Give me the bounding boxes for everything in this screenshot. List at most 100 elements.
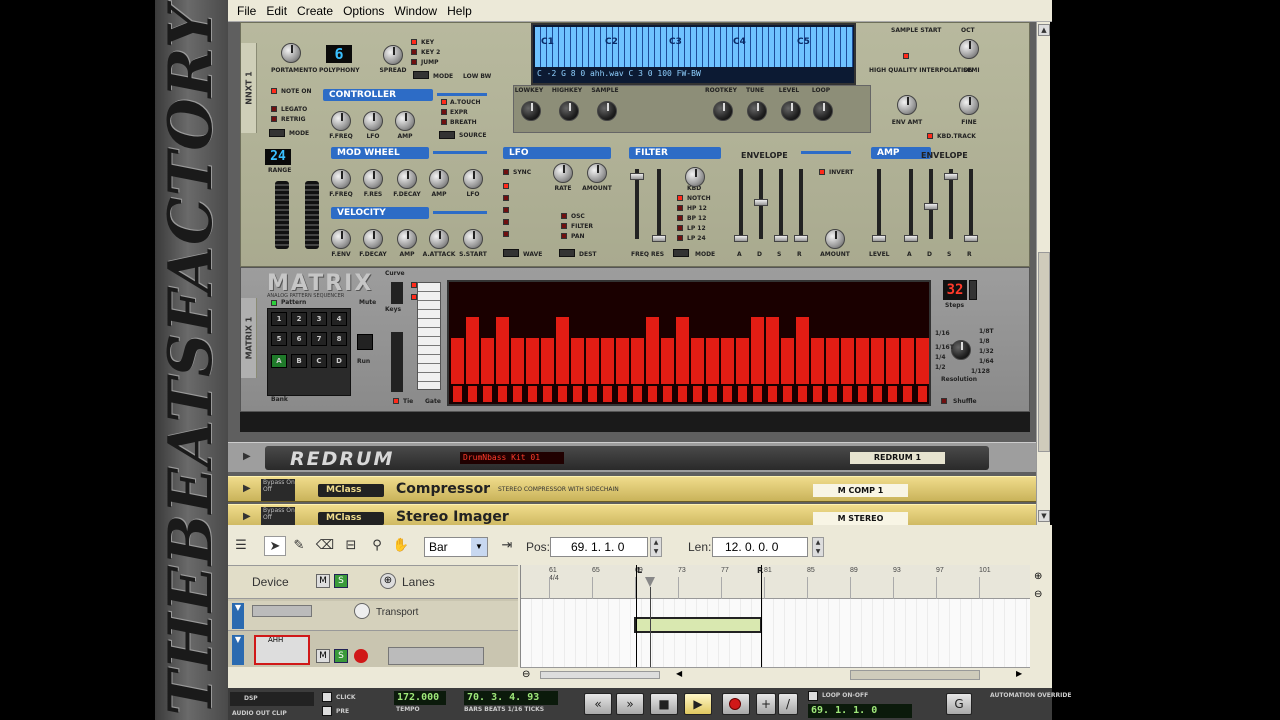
matrix-step-column[interactable] — [526, 338, 539, 384]
loop-knob[interactable] — [813, 101, 833, 121]
legato-mode-button[interactable] — [269, 129, 285, 137]
zoom-slider[interactable] — [540, 671, 660, 679]
matrix-step-column[interactable] — [706, 338, 719, 384]
loop-position-display[interactable]: 69. 1. 1. 0 — [808, 704, 912, 718]
matrix-step-column[interactable] — [691, 338, 704, 384]
run-button[interactable] — [357, 334, 373, 350]
controller-amp-knob[interactable] — [395, 111, 415, 131]
lfo-osc-led[interactable] — [561, 213, 567, 219]
mw-ffreq-knob[interactable] — [331, 169, 351, 189]
matrix-step-column[interactable] — [856, 338, 869, 384]
loop-checkbox[interactable] — [808, 691, 818, 701]
track-record-button[interactable] — [354, 649, 368, 663]
kbd-track-led[interactable] — [927, 133, 933, 139]
pattern-pad-3[interactable]: 3 — [311, 312, 327, 326]
menu-create[interactable]: Create — [292, 4, 338, 18]
matrix-gate-step[interactable] — [858, 386, 867, 402]
matrix-gate-step[interactable] — [843, 386, 852, 402]
controller-ffreq-knob[interactable] — [331, 111, 351, 131]
matrix-gate-step[interactable] — [723, 386, 732, 402]
vel-amp-knob[interactable] — [397, 229, 417, 249]
mw-fres-knob[interactable] — [363, 169, 383, 189]
bp12-led[interactable] — [677, 215, 683, 221]
arrange-vscrollbar[interactable]: ⊕ ⊖ — [1030, 565, 1048, 683]
matrix-step-column[interactable] — [886, 338, 899, 384]
matrix-step-grid[interactable] — [447, 280, 931, 406]
lfo-wave-led-2[interactable] — [503, 195, 509, 201]
menu-file[interactable]: File — [232, 4, 261, 18]
pattern-pad-1[interactable]: 1 — [271, 312, 287, 326]
record-button[interactable] — [722, 693, 750, 715]
view-toggle-icon[interactable]: ☰ — [230, 536, 252, 556]
hp12-led[interactable] — [677, 205, 683, 211]
matrix-gate-step[interactable] — [678, 386, 687, 402]
oct-knob[interactable] — [959, 39, 979, 59]
zoom-in-vertical-icon[interactable]: ⊕ — [1034, 571, 1042, 582]
env-amt-knob[interactable] — [897, 95, 917, 115]
key-led[interactable] — [411, 39, 417, 45]
matrix-gate-step[interactable] — [813, 386, 822, 402]
key2-led[interactable] — [411, 49, 417, 55]
zoom-out-vertical-icon[interactable]: ⊖ — [1034, 589, 1042, 600]
breath-led[interactable] — [441, 119, 447, 125]
filter-mode-button[interactable] — [673, 249, 689, 257]
matrix-gate-step[interactable] — [873, 386, 882, 402]
matrix-gate-step[interactable] — [483, 386, 492, 402]
filter-res-fader[interactable] — [657, 169, 661, 239]
timeline-ruler[interactable]: 4/4 L R 61656973778185899397101 — [521, 565, 1031, 599]
matrix-gate-step[interactable] — [528, 386, 537, 402]
pattern-pad-6[interactable]: 6 — [291, 332, 307, 346]
expr-led[interactable] — [441, 109, 447, 115]
note-clip[interactable] — [634, 617, 762, 633]
aenv-s-cap[interactable] — [944, 173, 958, 180]
pattern-pad-2[interactable]: 2 — [291, 312, 307, 326]
atouch-led[interactable] — [441, 99, 447, 105]
fast-forward-button[interactable]: » — [616, 693, 644, 715]
h-scroll-thumb[interactable] — [850, 670, 980, 680]
arrangement-view[interactable]: 4/4 L R 61656973778185899397101 — [520, 565, 1031, 667]
lfo-dest-button[interactable] — [559, 249, 575, 257]
rootkey-knob[interactable] — [713, 101, 733, 121]
tie-led[interactable] — [393, 398, 399, 404]
eraser-tool-icon[interactable]: ⌫ — [314, 536, 336, 556]
imager-bypass-switch[interactable]: Bypass On Off — [261, 507, 295, 525]
scroll-left-icon[interactable]: ◀ — [676, 669, 690, 681]
rewind-button[interactable]: « — [584, 693, 612, 715]
matrix-gate-step[interactable] — [918, 386, 927, 402]
matrix-step-column[interactable] — [616, 338, 629, 384]
loop-toggle-button[interactable]: / — [778, 693, 798, 715]
matrix-step-column[interactable] — [841, 338, 854, 384]
vel-fenv-knob[interactable] — [331, 229, 351, 249]
mw-lfo-knob[interactable] — [463, 169, 483, 189]
matrix-step-column[interactable] — [481, 338, 494, 384]
magnify-tool-icon[interactable]: ⚲ — [366, 536, 388, 556]
lp24-led[interactable] — [677, 235, 683, 241]
redrum-unfold-arrow[interactable]: ▶ — [243, 451, 251, 462]
lfo-wave-led-1[interactable] — [503, 183, 509, 189]
lfo-amount-knob[interactable] — [587, 163, 607, 183]
rack-scroll-up[interactable]: ▲ — [1038, 24, 1050, 36]
snap-select[interactable]: Bar ▼ — [424, 537, 488, 557]
matrix-gate-step[interactable] — [888, 386, 897, 402]
aenv-r-fader[interactable] — [969, 169, 973, 239]
lowkey-knob[interactable] — [521, 101, 541, 121]
bank-pad-d[interactable]: D — [331, 354, 347, 368]
fenv-amount-knob[interactable] — [825, 229, 845, 249]
matrix-step-column[interactable] — [556, 317, 569, 384]
matrix-keys-strip[interactable] — [417, 282, 441, 390]
compressor-tag[interactable]: M COMP 1 — [813, 484, 908, 497]
matrix-gate-step[interactable] — [513, 386, 522, 402]
arrangement-lanes[interactable] — [521, 599, 1031, 667]
compressor-unfold-arrow[interactable]: ▶ — [243, 483, 251, 494]
matrix-step-column[interactable] — [721, 338, 734, 384]
instrument-track-row[interactable]: ▼ AHH M S — [228, 635, 518, 667]
razor-tool-icon[interactable]: ⊟ — [340, 536, 362, 556]
tune-knob[interactable] — [747, 101, 767, 121]
sample-knob[interactable] — [597, 101, 617, 121]
redrum-tag[interactable]: REDRUM 1 — [850, 452, 945, 464]
matrix-gate-step[interactable] — [708, 386, 717, 402]
matrix-gate-step[interactable] — [633, 386, 642, 402]
pencil-tool-icon[interactable]: ✎ — [288, 536, 310, 556]
shuffle-led[interactable] — [941, 398, 947, 404]
fenv-r-cap[interactable] — [794, 235, 808, 242]
